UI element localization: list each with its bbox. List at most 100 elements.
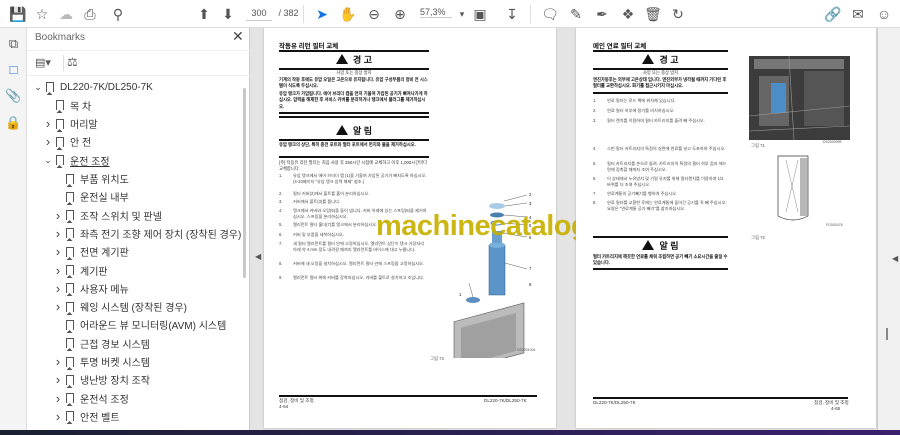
bookmark-item[interactable]: › 전면 계기판 [53, 243, 129, 261]
step-item: 5. 필터 카트리지를 손으로 돌려, 카트리지의 특정의 필터 하부 접지 헤드… [593, 161, 728, 173]
page-number-input[interactable]: 300 [246, 6, 272, 21]
bookmark-item[interactable]: › 냉난방 장치 조작 [53, 371, 150, 389]
divider [279, 139, 429, 141]
find-bookmark-icon[interactable]: ⚖ [67, 55, 78, 69]
chevron-right-icon[interactable]: › [53, 208, 63, 223]
warning-title: 경 고 [659, 55, 679, 65]
page-navigation: 300 / 382 [246, 6, 299, 21]
scrollbar-thumb[interactable] [886, 328, 888, 340]
bookmark-item[interactable]: 근접 경보 시스템 [53, 334, 150, 352]
chevron-right-icon[interactable]: › [43, 116, 53, 131]
chevron-right-icon[interactable]: › [53, 263, 63, 278]
bookmark-item[interactable]: 어라운드 뷰 모니터링(AVM) 시스템 [53, 316, 226, 334]
chevron-right-icon[interactable]: › [53, 244, 63, 259]
attachments-icon[interactable]: 📎 [5, 88, 22, 105]
zoom-dropdown-icon[interactable]: ▾ [452, 4, 472, 24]
taskbar [0, 430, 900, 435]
bookmark-icon [56, 136, 64, 147]
chevron-right-icon[interactable]: › [53, 372, 63, 387]
bookmark-item[interactable]: › 계기판 [53, 261, 108, 279]
page-fit-icon[interactable]: ▣ [470, 4, 490, 24]
bookmark-item[interactable]: › 투명 버켓 시스템 [53, 353, 150, 371]
previous-page-arrow-icon[interactable]: ◀ [255, 252, 261, 261]
page-left: 작동유 리턴 필터 교체 경 고 사망 또는 중상 방지 기계의 작동 후에도 … [264, 28, 678, 428]
bookmark-item[interactable]: 부품 위치도 [53, 170, 129, 188]
bookmark-item[interactable]: › 안전 벨트 [53, 407, 120, 425]
page-thumbnails-icon[interactable]: ⧉ [5, 36, 22, 53]
bookmark-label: 어라운드 뷰 모니터링(AVM) 시스템 [80, 321, 227, 333]
hand-tool-icon[interactable]: ✋ [338, 4, 358, 24]
rotate-icon[interactable]: ↻ [668, 4, 688, 24]
bookmark-item[interactable]: › 좌측 전기 조향 제어 장치 (장착된 경우) [53, 224, 242, 242]
warning-triangle-icon [642, 54, 655, 64]
chevron-down-icon[interactable]: ⌄ [33, 82, 43, 93]
step-text: 엘리먼트 필터 위에 커버를 장착하십시오. 커버를 볼트로 설치하고 조입니다… [293, 275, 425, 280]
save-icon[interactable]: 💾 [8, 4, 28, 24]
bookmark-item[interactable]: › 사용자 메뉴 [53, 279, 129, 297]
step-item: 9. 엘리먼트 필터 위에 커버를 장착하십시오. 커버를 볼트로 설치하고 조입… [279, 275, 429, 281]
bookmark-icon [66, 173, 74, 184]
divider [593, 50, 728, 52]
bookmark-item[interactable]: 운전실 내부 [53, 188, 129, 206]
step-number: 7. [593, 191, 597, 196]
select-cursor-icon[interactable]: ➤ [312, 4, 332, 24]
bookmark-item[interactable]: › 안 전 [43, 133, 91, 151]
bookmark-item[interactable]: 목 차 [43, 96, 91, 114]
warning-subtitle: 사망 또는 중상 방지 [336, 70, 372, 75]
step-number: 5. [593, 161, 597, 166]
security-lock-icon[interactable]: 🔒 [5, 115, 22, 132]
chevron-right-icon[interactable]: › [53, 226, 63, 241]
next-page-arrow-icon[interactable]: ◀ [892, 254, 898, 263]
sign-icon[interactable]: ✒ [592, 4, 612, 24]
share-link-icon[interactable]: 🔗 [823, 4, 843, 24]
chevron-right-icon[interactable]: › [53, 391, 63, 406]
warning-text: 기계의 작동 후에도 유압 오일은 고온으로 유지됩니다. 유압 구성부품의 정… [279, 77, 428, 89]
bookmark-item[interactable]: ⌄ 운전 조정 [43, 151, 109, 169]
divider [279, 50, 429, 52]
step-item: 3. 필터 렌치를 이용하여 필터 카트리지를 돌려 빼 주십시오. [593, 118, 728, 124]
account-icon[interactable]: ☺ [874, 4, 894, 24]
chevron-down-icon[interactable]: ⌄ [43, 155, 53, 166]
bookmark-item[interactable]: › 머리말 [43, 115, 98, 133]
step-item: 1. 유압 탱크에서 에어 브리더 캡 (1)을 기울여 가압된 공기가 빠지도록… [279, 173, 429, 185]
delete-icon[interactable]: 🗑 [643, 4, 663, 24]
zoom-out-icon[interactable]: ⊖ [364, 4, 384, 24]
highlight-pen-icon[interactable]: ✎ [566, 4, 586, 24]
options-menu-icon[interactable]: ▤▾ [35, 56, 51, 69]
chevron-right-icon[interactable]: › [53, 354, 63, 369]
chevron-right-icon[interactable]: › [53, 299, 63, 314]
bookmark-label: 근접 경보 시스템 [80, 339, 150, 351]
star-icon[interactable]: ☆ [32, 4, 52, 24]
email-icon[interactable]: ✉ [848, 4, 868, 24]
bookmark-icon [66, 191, 74, 202]
next-page-icon[interactable]: ⬇ [218, 4, 238, 24]
scroll-mode-icon[interactable]: ↧ [502, 4, 522, 24]
previous-page-icon[interactable]: ⬆ [194, 4, 214, 24]
bookmark-icon [66, 210, 74, 221]
find-icon[interactable]: ⚲ [108, 4, 128, 24]
warning-triangle-icon [335, 54, 348, 64]
total-pages: / 382 [278, 8, 299, 18]
close-icon[interactable]: ✕ [232, 28, 244, 45]
step-text: 필터 커버(2)에서 볼트를 풀어 분리하십시오. [293, 191, 370, 196]
bookmarks-scrollbar[interactable] [243, 88, 246, 278]
stamp-icon[interactable]: ❖ [618, 4, 638, 24]
zoom-in-icon[interactable]: ⊕ [390, 4, 410, 24]
step-number: 3. [279, 199, 283, 204]
comment-icon[interactable]: 🗨 [540, 4, 560, 24]
bookmark-item[interactable]: ⌄ DL220-7K/DL250-7K [33, 78, 153, 96]
bookmark-item[interactable]: › 조작 스위치 및 판넬 [53, 206, 162, 224]
engine-photo-figure [749, 56, 850, 140]
bookmark-item[interactable]: › 운전석 조정 [53, 389, 129, 407]
chevron-right-icon[interactable]: › [53, 281, 63, 296]
chevron-right-icon[interactable]: › [43, 134, 53, 149]
print-icon[interactable]: ⎙ [80, 4, 100, 24]
document-scrollbar[interactable]: ◀ [877, 28, 900, 430]
chevron-right-icon[interactable]: › [53, 409, 63, 424]
bookmark-label: 부품 위치도 [80, 175, 129, 186]
zoom-level-input[interactable]: 57,3% [420, 7, 452, 18]
bookmark-item[interactable]: › 웨잉 시스템 (장착된 경우) [53, 298, 187, 316]
figure-caption: 그림 71 [751, 143, 765, 148]
bookmarks-icon[interactable]: □ [5, 62, 22, 79]
cloud-upload-icon[interactable]: ☁ [56, 4, 76, 24]
